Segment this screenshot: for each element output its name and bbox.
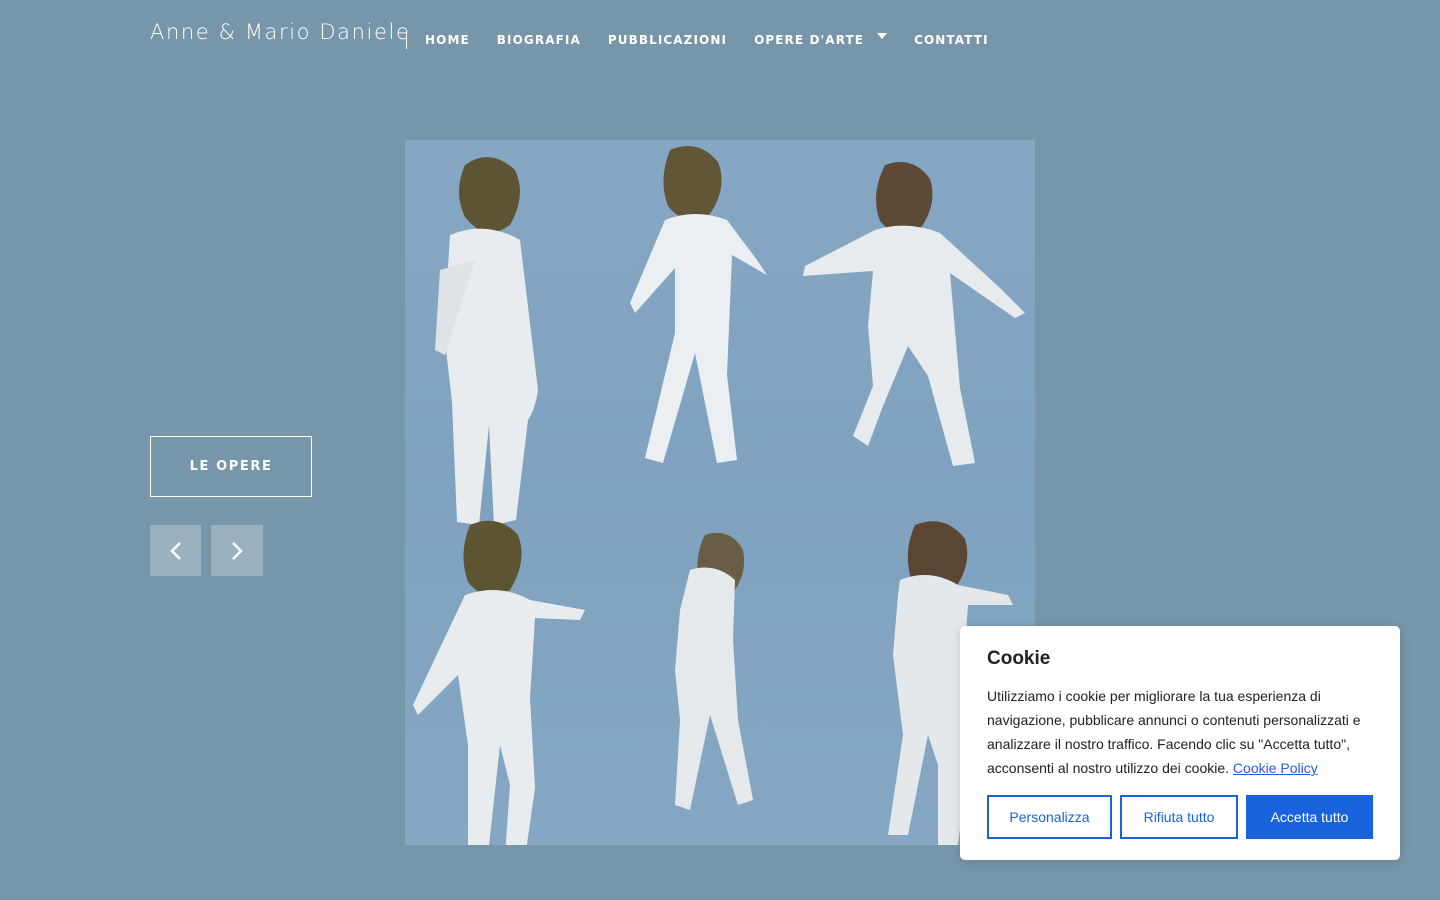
slider-prev-button[interactable] (150, 525, 201, 576)
figure-4 (413, 520, 585, 845)
cookie-text: Utilizziamo i cookie per migliorare la t… (987, 684, 1373, 780)
nav-pubblicazioni[interactable]: PUBBLICAZIONI (608, 33, 727, 47)
caret-down-icon (877, 33, 888, 39)
cookie-policy-link[interactable]: Cookie Policy (1233, 760, 1318, 776)
slider-next-button[interactable] (211, 525, 263, 576)
site-title[interactable]: Anne & Mario Daniele (150, 20, 410, 44)
accept-all-button[interactable]: Accetta tutto (1246, 795, 1373, 839)
main-nav: HOME BIOGRAFIA PUBBLICAZIONI OPERE D'ART… (425, 33, 1016, 47)
cookie-title: Cookie (987, 648, 1051, 669)
le-opere-button[interactable]: LE OPERE (150, 436, 312, 497)
nav-home[interactable]: HOME (425, 33, 470, 47)
nav-contatti[interactable]: CONTATTI (914, 33, 989, 47)
customize-button[interactable]: Personalizza (987, 795, 1112, 839)
chevron-left-icon (169, 541, 181, 560)
figure-2 (630, 146, 767, 463)
figure-5 (675, 532, 753, 810)
figure-1 (435, 157, 538, 526)
nav-opere-darte[interactable]: OPERE D'ARTE (754, 33, 888, 47)
chevron-right-icon (232, 541, 243, 560)
cookie-actions: Personalizza Rifiuta tutto Accetta tutto (987, 795, 1373, 839)
cookie-banner: Cookie Utilizziamo i cookie per migliora… (960, 626, 1400, 860)
nav-biografia[interactable]: BIOGRAFIA (497, 33, 581, 47)
hero-artwork-image (405, 140, 1035, 845)
artwork-figures (413, 146, 1025, 845)
nav-opere-darte-label: OPERE D'ARTE (754, 33, 865, 47)
nav-divider (406, 33, 407, 49)
figure-3 (803, 162, 1025, 466)
reject-all-button[interactable]: Rifiuta tutto (1120, 795, 1238, 839)
